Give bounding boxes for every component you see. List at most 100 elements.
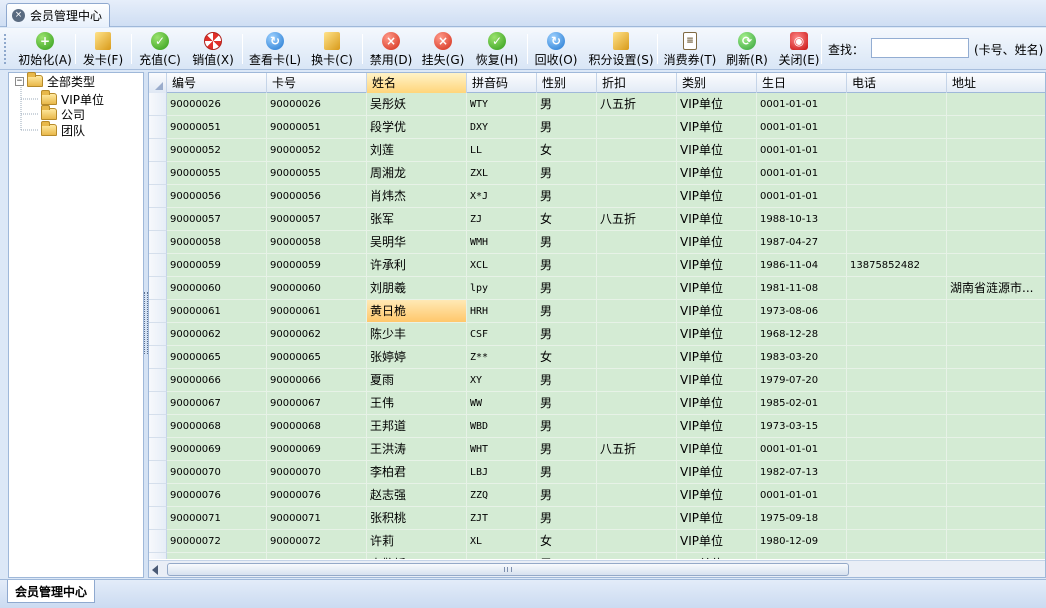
- table-cell[interactable]: 陈少丰: [367, 323, 467, 346]
- toolbar-button-12[interactable]: ⟳ 刷新(R): [726, 31, 768, 68]
- table-cell[interactable]: VIP单位: [677, 185, 757, 208]
- toolbar-button-1[interactable]: 发卡(F): [83, 31, 123, 68]
- row-indicator[interactable]: [149, 392, 167, 415]
- table-cell[interactable]: 1968-12-28: [757, 323, 847, 346]
- table-cell[interactable]: [947, 300, 1045, 323]
- table-cell[interactable]: 男: [537, 323, 597, 346]
- table-cell[interactable]: [597, 530, 677, 553]
- close-icon[interactable]: ×: [12, 9, 25, 22]
- table-cell[interactable]: [847, 277, 947, 300]
- table-cell[interactable]: 0001-01-01: [757, 162, 847, 185]
- table-cell[interactable]: 90000076: [167, 484, 267, 507]
- table-cell[interactable]: 90000056: [167, 185, 267, 208]
- table-cell[interactable]: 男: [537, 392, 597, 415]
- table-cell[interactable]: 0001-01-01: [757, 185, 847, 208]
- table-cell[interactable]: [947, 415, 1045, 438]
- table-cell[interactable]: [947, 438, 1045, 461]
- table-cell[interactable]: [597, 369, 677, 392]
- table-cell[interactable]: [947, 392, 1045, 415]
- toolbar-button-10[interactable]: 积分设置(S): [589, 31, 654, 68]
- table-cell[interactable]: VIP单位: [677, 277, 757, 300]
- table-cell[interactable]: [847, 93, 947, 116]
- table-row[interactable]: 90000068 90000068 王邦道 WBD 男 VIP单位 1973-03-15: [149, 415, 1045, 438]
- table-cell[interactable]: 90000057: [267, 208, 367, 231]
- table-cell[interactable]: 90000051: [167, 116, 267, 139]
- table-cell[interactable]: 90000066: [267, 369, 367, 392]
- column-header-9[interactable]: 地址: [947, 73, 1045, 93]
- toolbar-button-0[interactable]: + 初始化(A): [17, 31, 73, 68]
- column-header-5[interactable]: 折扣: [597, 73, 677, 93]
- table-cell[interactable]: 90000072: [167, 530, 267, 553]
- table-row[interactable]: 90000051 90000051 段学优 DXY 男 VIP单位 0001-01-01: [149, 116, 1045, 139]
- table-cell[interactable]: [847, 392, 947, 415]
- table-cell[interactable]: 90000052: [167, 139, 267, 162]
- table-cell[interactable]: VIP单位: [677, 254, 757, 277]
- table-cell[interactable]: 90000066: [167, 369, 267, 392]
- row-indicator[interactable]: [149, 208, 167, 231]
- table-cell[interactable]: 女: [537, 208, 597, 231]
- table-cell[interactable]: [597, 461, 677, 484]
- table-cell[interactable]: 13875852482: [847, 254, 947, 277]
- table-cell[interactable]: [847, 530, 947, 553]
- table-cell[interactable]: [947, 346, 1045, 369]
- row-indicator[interactable]: [149, 162, 167, 185]
- table-cell[interactable]: 90000069: [267, 438, 367, 461]
- table-cell[interactable]: 吴明华: [367, 231, 467, 254]
- table-row[interactable]: 90000062 90000062 陈少丰 CSF 男 VIP单位 1968-12-28: [149, 323, 1045, 346]
- table-row[interactable]: 90000069 90000069 王洪涛 WHT 男八五折 VIP单位 0001-01-0…: [149, 438, 1045, 461]
- column-header-8[interactable]: 电话: [847, 73, 947, 93]
- table-cell[interactable]: 90000067: [167, 392, 267, 415]
- table-cell[interactable]: 1973-03-15: [757, 415, 847, 438]
- column-header-0[interactable]: 编号: [167, 73, 267, 93]
- table-cell[interactable]: 90000068: [267, 415, 367, 438]
- table-cell[interactable]: 男: [537, 93, 597, 116]
- table-cell[interactable]: 吴彤妖: [367, 93, 467, 116]
- table-row[interactable]: 90000059 90000059 许承利 XCL 男 VIP单位 1986-11-04 13…: [149, 254, 1045, 277]
- table-cell[interactable]: 八五折: [597, 438, 677, 461]
- table-cell[interactable]: LBJ: [467, 461, 537, 484]
- table-cell[interactable]: 90000052: [267, 139, 367, 162]
- table-cell[interactable]: 90000057: [167, 208, 267, 231]
- table-cell[interactable]: 刘莲: [367, 139, 467, 162]
- table-cell[interactable]: 段学优: [367, 116, 467, 139]
- table-cell[interactable]: 90000055: [267, 162, 367, 185]
- table-cell[interactable]: 90000059: [267, 254, 367, 277]
- table-cell[interactable]: DXY: [467, 116, 537, 139]
- table-cell[interactable]: [947, 484, 1045, 507]
- table-row[interactable]: 90000058 90000058 吴明华 WMH 男 VIP单位 1987-04-27: [149, 231, 1045, 254]
- row-indicator[interactable]: [149, 300, 167, 323]
- table-cell[interactable]: 90000071: [267, 507, 367, 530]
- table-cell[interactable]: [597, 323, 677, 346]
- table-cell[interactable]: 1985-02-01: [757, 392, 847, 415]
- table-cell[interactable]: [597, 346, 677, 369]
- table-cell[interactable]: [597, 484, 677, 507]
- table-cell[interactable]: [847, 185, 947, 208]
- table-cell[interactable]: 90000068: [167, 415, 267, 438]
- table-cell[interactable]: 黄日桅: [367, 300, 467, 323]
- table-cell[interactable]: 90000065: [167, 346, 267, 369]
- table-cell[interactable]: 90000062: [267, 323, 367, 346]
- table-cell[interactable]: 女: [537, 530, 597, 553]
- table-cell[interactable]: 许承利: [367, 254, 467, 277]
- table-cell[interactable]: 1975-09-18: [757, 507, 847, 530]
- table-row[interactable]: 90000056 90000056 肖炜杰 X*J 男 VIP单位 0001-01-01: [149, 185, 1045, 208]
- table-cell[interactable]: [947, 369, 1045, 392]
- table-cell[interactable]: 90000067: [267, 392, 367, 415]
- table-cell[interactable]: 90000071: [167, 507, 267, 530]
- table-cell[interactable]: 0001-01-01: [757, 438, 847, 461]
- table-cell[interactable]: 1982-07-13: [757, 461, 847, 484]
- table-cell[interactable]: VIP单位: [677, 139, 757, 162]
- table-cell[interactable]: 男: [537, 300, 597, 323]
- table-cell[interactable]: WHT: [467, 438, 537, 461]
- table-cell[interactable]: ZJT: [467, 507, 537, 530]
- table-row[interactable]: 90000067 90000067 王伟 WW 男 VIP单位 1985-02-01: [149, 392, 1045, 415]
- table-cell[interactable]: [847, 484, 947, 507]
- table-cell[interactable]: 女: [537, 346, 597, 369]
- table-cell[interactable]: WTY: [467, 93, 537, 116]
- row-indicator[interactable]: [149, 484, 167, 507]
- table-cell[interactable]: 1983-03-20: [757, 346, 847, 369]
- table-cell[interactable]: VIP单位: [677, 507, 757, 530]
- table-cell[interactable]: [947, 507, 1045, 530]
- table-cell[interactable]: [847, 553, 947, 559]
- table-cell[interactable]: [847, 461, 947, 484]
